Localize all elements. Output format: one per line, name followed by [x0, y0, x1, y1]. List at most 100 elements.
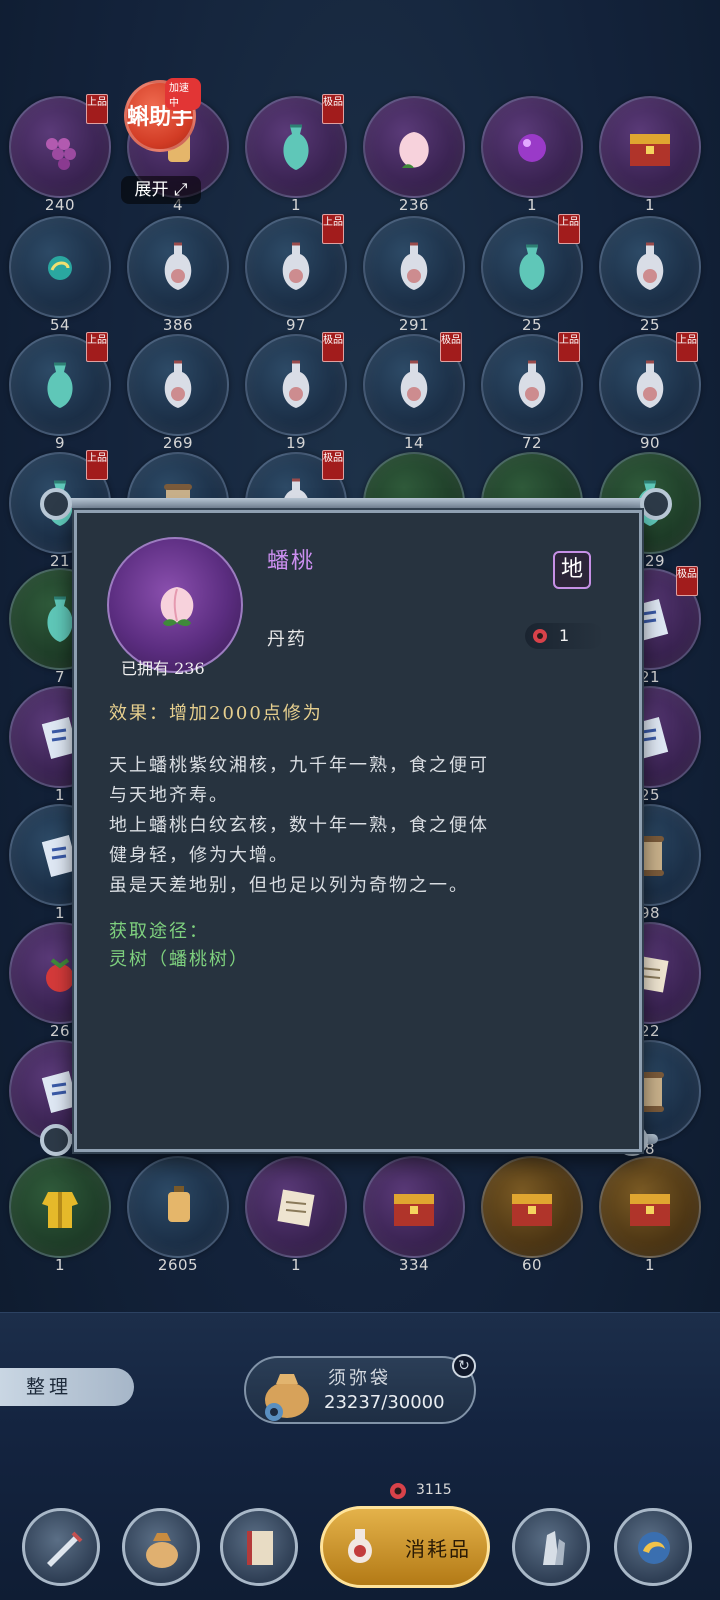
inventory-slot[interactable]: 上品 240 [0, 90, 120, 214]
spirit-orb-icon [48, 256, 72, 280]
tab-crystals[interactable] [512, 1508, 590, 1586]
elixir-bottle-icon [164, 360, 192, 408]
item-description: 天上蟠桃紫纹湘核，九千年一熟，食之便可 与天地齐寿。 地上蟠桃白纹玄核，数十年一… [109, 751, 609, 901]
spirit-gem-icon [533, 629, 547, 643]
tab-special[interactable] [614, 1508, 692, 1586]
grade-badge: 上品 [86, 450, 108, 480]
slot-count: 60 [521, 1256, 543, 1274]
assistant-status-tag: 加速中 [165, 78, 201, 110]
grade-badge: 上品 [676, 332, 698, 362]
slot-count: 1 [54, 1256, 66, 1274]
item-detail-orb [107, 537, 243, 673]
panel-bottom-left-ornament [40, 1124, 72, 1156]
peach-icon [160, 587, 194, 626]
item-name: 蟠桃 [267, 549, 316, 574]
robe-icon [42, 1192, 78, 1228]
tab-consumables[interactable]: 消耗品 [320, 1506, 490, 1588]
slot-count: 1 [290, 1256, 302, 1274]
grade-badge: 极品 [322, 450, 344, 480]
elixir-bottle-icon [400, 242, 428, 290]
grade-badge: 上品 [558, 214, 580, 244]
inventory-slot[interactable]: 1 [472, 90, 592, 214]
inventory-slot[interactable]: 1 [236, 1150, 356, 1274]
expand-icon: ⤢ [173, 180, 188, 200]
jade-vase-icon [47, 362, 73, 408]
spirit-gem-icon [390, 1483, 406, 1499]
inventory-slot[interactable]: 1 [0, 1150, 120, 1274]
inventory-slot[interactable]: 上品 25 [472, 210, 592, 334]
tab-weapons[interactable] [22, 1508, 100, 1586]
elixir-bottle-icon [636, 360, 664, 408]
treasure-chest-icon [394, 1194, 434, 1226]
book-icon [247, 1531, 273, 1565]
elixir-bottle-icon [282, 242, 310, 290]
currency-value: 3115 [416, 1482, 452, 1498]
storage-bag-capacity: 23237/30000 [324, 1392, 445, 1413]
peach-icon [399, 132, 429, 168]
description-line: 与天地齐寿。 [109, 785, 229, 806]
grade-badge: 上品 [86, 94, 108, 124]
inventory-slot[interactable]: 极品 1 [236, 90, 356, 214]
tab-consumables-label: 消耗品 [405, 1537, 471, 1561]
inventory-slot[interactable]: 25 [590, 210, 710, 334]
grade-badge: 上品 [322, 214, 344, 244]
elixir-bottle-icon [164, 242, 192, 290]
inventory-slot[interactable]: 上品 97 [236, 210, 356, 334]
inventory-slot[interactable]: 极品 19 [236, 328, 356, 452]
treasure-chest-icon [630, 1194, 670, 1226]
treasure-chest-icon [512, 1194, 552, 1226]
slot-count: 2605 [157, 1256, 199, 1274]
weapon-icon [47, 1531, 83, 1567]
inventory-slot[interactable]: 386 [118, 210, 238, 334]
storage-bag-title: 须弥袋 [328, 1368, 391, 1389]
assistant-expand-button[interactable]: 展开 ⤢ [121, 176, 201, 204]
pouch-icon [265, 1374, 309, 1421]
tab-books[interactable] [220, 1508, 298, 1586]
item-effect: 效果：增加2000点修为 [109, 703, 323, 724]
description-line: 地上蟠桃白纹玄核，数十年一熟，食之便体 [109, 815, 489, 836]
inventory-slot[interactable]: 60 [472, 1150, 592, 1274]
inventory-slot[interactable]: 54 [0, 210, 120, 334]
inventory-slot[interactable]: 1 [590, 1150, 710, 1274]
elixir-bottle-icon [636, 242, 664, 290]
inventory-slot[interactable]: 2605 [118, 1150, 238, 1274]
letter-icon [277, 1189, 315, 1227]
panel-top-rail [62, 498, 658, 508]
refresh-icon[interactable]: ↻ [452, 1354, 476, 1378]
grade-badge: 极品 [322, 332, 344, 362]
inventory-slot[interactable]: 上品 72 [472, 328, 592, 452]
storage-bag-panel[interactable]: 须弥袋 23237/30000 ↻ [244, 1354, 476, 1424]
item-tier-badge: 地 [553, 551, 591, 589]
description-line: 天上蟠桃紫纹湘核，九千年一熟，食之便可 [109, 755, 489, 776]
inventory-slot[interactable]: 236 [354, 90, 474, 214]
elixir-bottle-icon [518, 360, 546, 408]
elixir-bottle-icon [282, 360, 310, 408]
panel-top-right-ornament [640, 488, 672, 520]
source-title: 获取途径： [109, 921, 209, 942]
grade-badge: 上品 [558, 332, 580, 362]
inventory-slot[interactable]: 上品 9 [0, 328, 120, 452]
swirl-icon [638, 1532, 670, 1564]
inventory-slot[interactable]: 极品 14 [354, 328, 474, 452]
jade-vase-icon [283, 124, 309, 170]
grade-badge: 上品 [86, 332, 108, 362]
inventory-slot[interactable]: 1 [590, 90, 710, 214]
inventory-slot[interactable]: 上品 90 [590, 328, 710, 452]
inventory-slot[interactable]: 291 [354, 210, 474, 334]
item-owned: 已拥有 236 [121, 655, 205, 679]
inventory-slot[interactable]: 334 [354, 1150, 474, 1274]
currency-display: 3115 [386, 1478, 452, 1502]
grade-badge: 极品 [676, 566, 698, 596]
violet-pearl-icon [518, 134, 546, 162]
item-cost-value: 1 [559, 626, 570, 645]
item-cost: 1 [525, 623, 603, 649]
grade-badge: 极品 [440, 332, 462, 362]
tab-bags[interactable] [122, 1508, 200, 1586]
assistant-widget[interactable]: 蝌助手 加速中 展开 ⤢ [121, 78, 201, 204]
elixir-bottle-icon [400, 360, 428, 408]
sort-button[interactable]: 整理 [0, 1368, 134, 1406]
potion-icon [348, 1529, 372, 1563]
treasure-chest-icon [630, 134, 670, 166]
inventory-slot[interactable]: 269 [118, 328, 238, 452]
item-detail-panel: 蟠桃 地 丹药 1 已拥有 236 效果：增加2000点修为 天上蟠桃紫纹湘核，… [74, 510, 642, 1152]
